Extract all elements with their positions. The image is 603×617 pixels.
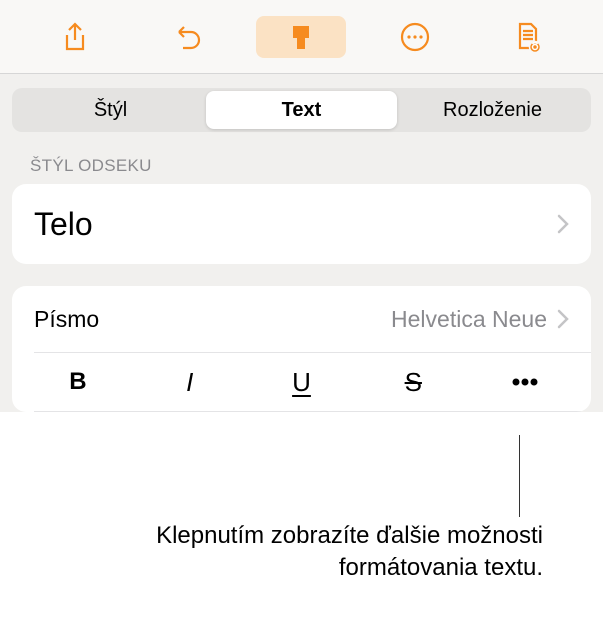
paragraph-style-name: Telo xyxy=(34,206,93,243)
callout-text: Klepnutím zobrazíte ďalšie možnosti form… xyxy=(90,520,543,583)
font-value: Helvetica Neue xyxy=(391,306,547,333)
paragraph-style-header: ŠTÝL ODSEKU xyxy=(30,156,591,176)
document-icon xyxy=(514,21,542,53)
chevron-right-icon xyxy=(557,214,569,234)
undo-button[interactable] xyxy=(143,16,233,58)
format-panel: Štýl Text Rozloženie ŠTÝL ODSEKU Telo Pí… xyxy=(0,74,603,412)
strike-label: S xyxy=(405,367,422,398)
share-icon xyxy=(62,22,88,52)
more-button[interactable] xyxy=(370,16,460,58)
font-card: Písmo Helvetica Neue B I U S xyxy=(12,286,591,412)
italic-label: I xyxy=(186,367,193,398)
document-button[interactable] xyxy=(483,16,573,58)
underline-label: U xyxy=(292,367,311,398)
tab-style[interactable]: Štýl xyxy=(15,91,206,129)
underline-button[interactable]: U xyxy=(246,353,358,411)
callout-leader-line xyxy=(519,435,520,517)
ellipsis-icon xyxy=(511,378,539,386)
format-button[interactable] xyxy=(256,16,346,58)
tab-label: Text xyxy=(282,99,322,122)
format-row: B I U S xyxy=(12,353,591,411)
share-button[interactable] xyxy=(30,16,120,58)
undo-icon xyxy=(173,22,203,52)
paragraph-style-row[interactable]: Telo xyxy=(12,184,591,264)
more-circle-icon xyxy=(399,21,431,53)
chevron-right-icon xyxy=(557,309,569,329)
tab-text[interactable]: Text xyxy=(206,91,397,129)
strikethrough-button[interactable]: S xyxy=(357,353,469,411)
brush-icon xyxy=(287,22,315,52)
top-toolbar xyxy=(0,0,603,74)
tab-label: Štýl xyxy=(94,99,127,122)
tab-layout[interactable]: Rozloženie xyxy=(397,91,588,129)
tab-label: Rozloženie xyxy=(443,99,542,122)
font-label: Písmo xyxy=(34,306,99,333)
segmented-control: Štýl Text Rozloženie xyxy=(12,88,591,132)
paragraph-style-card: Telo xyxy=(12,184,591,264)
italic-button[interactable]: I xyxy=(134,353,246,411)
bold-label: B xyxy=(69,368,86,396)
bold-button[interactable]: B xyxy=(22,353,134,411)
font-row[interactable]: Písmo Helvetica Neue xyxy=(12,286,591,352)
more-options-button[interactable] xyxy=(469,353,581,411)
divider xyxy=(34,411,591,412)
